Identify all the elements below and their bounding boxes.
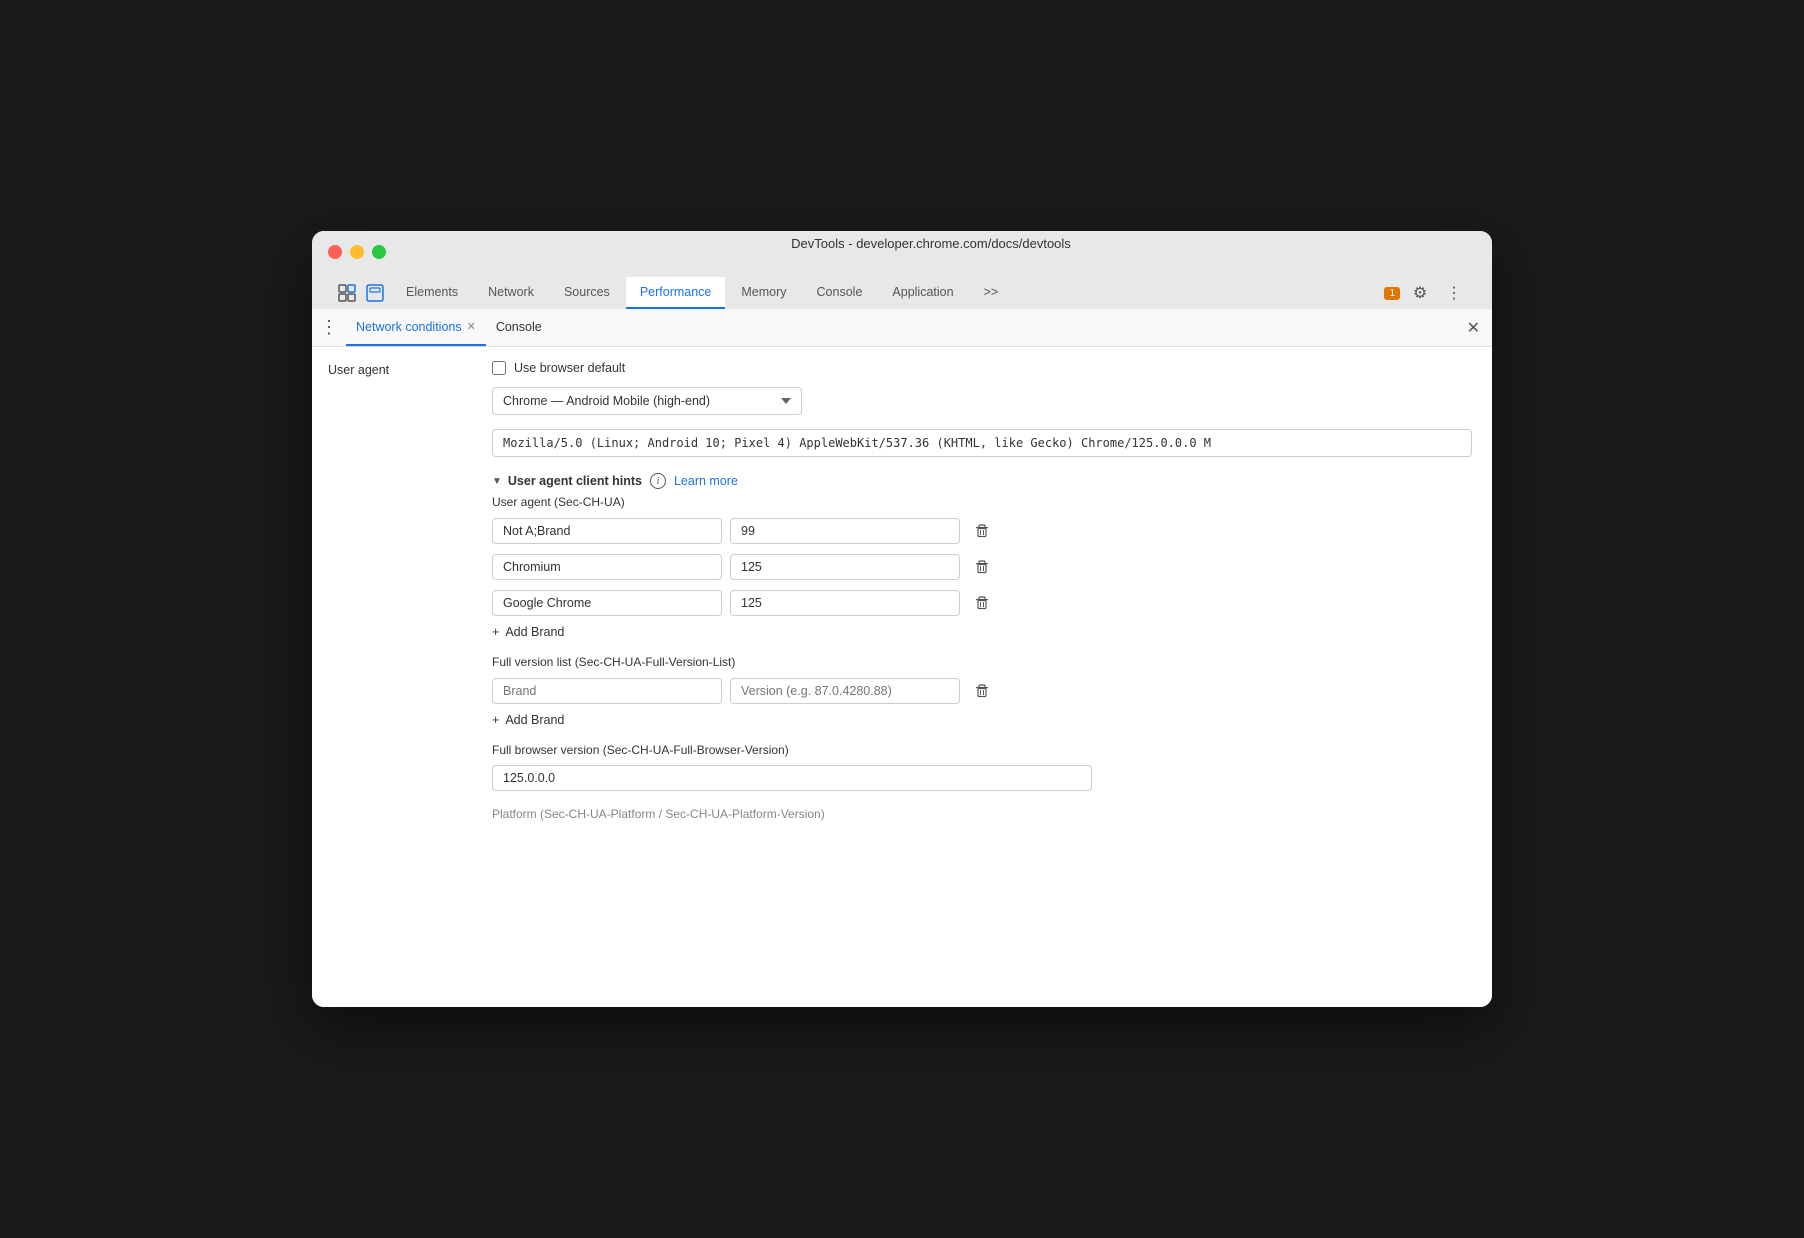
platform-section: Platform (Sec-CH-UA-Platform / Sec-CH-UA…: [492, 807, 1472, 821]
more-options-icon[interactable]: ⋮: [1440, 279, 1468, 307]
devtools-body: ⋮ Network conditions ✕ Console ✕ User ag…: [312, 309, 1492, 1007]
version-input-0[interactable]: [730, 518, 960, 544]
subtab-console-label: Console: [496, 320, 542, 334]
use-browser-default-row: Use browser default: [492, 361, 1472, 375]
full-version-list-label: Full version list (Sec-CH-UA-Full-Versio…: [492, 655, 1472, 669]
add-brand-full-button[interactable]: + Add Brand: [492, 713, 1472, 727]
collapse-triangle[interactable]: ▼: [492, 476, 502, 487]
subtab-menu-icon[interactable]: ⋮: [320, 317, 338, 338]
tab-application[interactable]: Application: [878, 277, 967, 309]
learn-more-link[interactable]: Learn more: [674, 474, 738, 488]
brand-input-1[interactable]: [492, 554, 722, 580]
traffic-lights: [328, 245, 386, 259]
close-button[interactable]: [328, 245, 342, 259]
subtab-network-conditions-close[interactable]: ✕: [467, 320, 476, 333]
full-version-brand-input-0[interactable]: [492, 678, 722, 704]
add-brand-full-plus-icon: +: [492, 713, 499, 727]
settings-icon[interactable]: ⚙: [1406, 279, 1434, 307]
tab-actions: 1 ⚙ ⋮: [1384, 279, 1468, 307]
user-agent-label: User agent: [312, 347, 472, 1007]
ua-string-input[interactable]: [492, 429, 1472, 457]
tab-memory[interactable]: Memory: [727, 277, 800, 309]
brand-row-0: [492, 517, 1472, 545]
ua-preset-select[interactable]: Chrome — Android Mobile (high-end) Chrom…: [492, 387, 802, 415]
client-hints-header: ▼ User agent client hints i Learn more: [492, 473, 1472, 489]
subtab-network-conditions-label: Network conditions: [356, 320, 462, 334]
add-brand-label: Add Brand: [505, 625, 564, 639]
add-brand-full-label: Add Brand: [505, 713, 564, 727]
maximize-button[interactable]: [372, 245, 386, 259]
close-all-subtabs-icon[interactable]: ✕: [1463, 318, 1484, 338]
subtabs-bar: ⋮ Network conditions ✕ Console ✕: [312, 309, 1492, 347]
use-browser-default-checkbox[interactable]: [492, 361, 506, 375]
full-browser-version-input[interactable]: [492, 765, 1092, 791]
tab-more[interactable]: >>: [970, 277, 1013, 309]
right-panel: Use browser default Chrome — Android Mob…: [472, 347, 1492, 1007]
subtab-console[interactable]: Console: [486, 309, 552, 346]
brand-input-0[interactable]: [492, 518, 722, 544]
cursor-icon[interactable]: [336, 282, 358, 304]
full-version-section: Full version list (Sec-CH-UA-Full-Versio…: [492, 655, 1472, 727]
window-title: DevTools - developer.chrome.com/docs/dev…: [386, 236, 1476, 251]
subtab-network-conditions[interactable]: Network conditions ✕: [346, 309, 486, 346]
tab-elements[interactable]: Elements: [392, 277, 472, 309]
tab-network[interactable]: Network: [474, 277, 548, 309]
delete-brand-2-button[interactable]: [968, 589, 996, 617]
tab-performance[interactable]: Performance: [626, 277, 726, 309]
tab-sources[interactable]: Sources: [550, 277, 624, 309]
brand-row-2: [492, 589, 1472, 617]
sec-ch-ua-label: User agent (Sec-CH-UA): [492, 495, 1472, 509]
devtools-window: DevTools - developer.chrome.com/docs/dev…: [312, 231, 1492, 1007]
version-input-2[interactable]: [730, 590, 960, 616]
inspect-icon[interactable]: [364, 282, 386, 304]
ua-preset-select-row: Chrome — Android Mobile (high-end) Chrom…: [492, 387, 1472, 415]
minimize-button[interactable]: [350, 245, 364, 259]
warning-badge: 1: [1384, 287, 1400, 300]
client-hints-section: ▼ User agent client hints i Learn more U…: [492, 473, 1472, 821]
delete-brand-0-button[interactable]: [968, 517, 996, 545]
use-browser-default-label: Use browser default: [514, 361, 625, 375]
platform-label: Platform (Sec-CH-UA-Platform / Sec-CH-UA…: [492, 807, 1472, 821]
brand-row-1: [492, 553, 1472, 581]
info-icon[interactable]: i: [650, 473, 666, 489]
delete-brand-1-button[interactable]: [968, 553, 996, 581]
version-input-1[interactable]: [730, 554, 960, 580]
add-brand-plus-icon: +: [492, 625, 499, 639]
client-hints-title: ▼ User agent client hints: [492, 474, 642, 488]
add-brand-button[interactable]: + Add Brand: [492, 625, 1472, 639]
tab-console[interactable]: Console: [803, 277, 877, 309]
main-tabs-bar: Elements Network Sources Performance Mem…: [328, 277, 1476, 309]
brand-input-2[interactable]: [492, 590, 722, 616]
main-content: User agent Use browser default Chrome — …: [312, 347, 1492, 1007]
delete-full-version-brand-0-button[interactable]: [968, 677, 996, 705]
full-version-brand-row-0: [492, 677, 1472, 705]
full-version-version-input-0[interactable]: [730, 678, 960, 704]
full-browser-version-section: Full browser version (Sec-CH-UA-Full-Bro…: [492, 743, 1472, 791]
full-browser-version-label: Full browser version (Sec-CH-UA-Full-Bro…: [492, 743, 1472, 757]
title-bar: DevTools - developer.chrome.com/docs/dev…: [312, 231, 1492, 309]
